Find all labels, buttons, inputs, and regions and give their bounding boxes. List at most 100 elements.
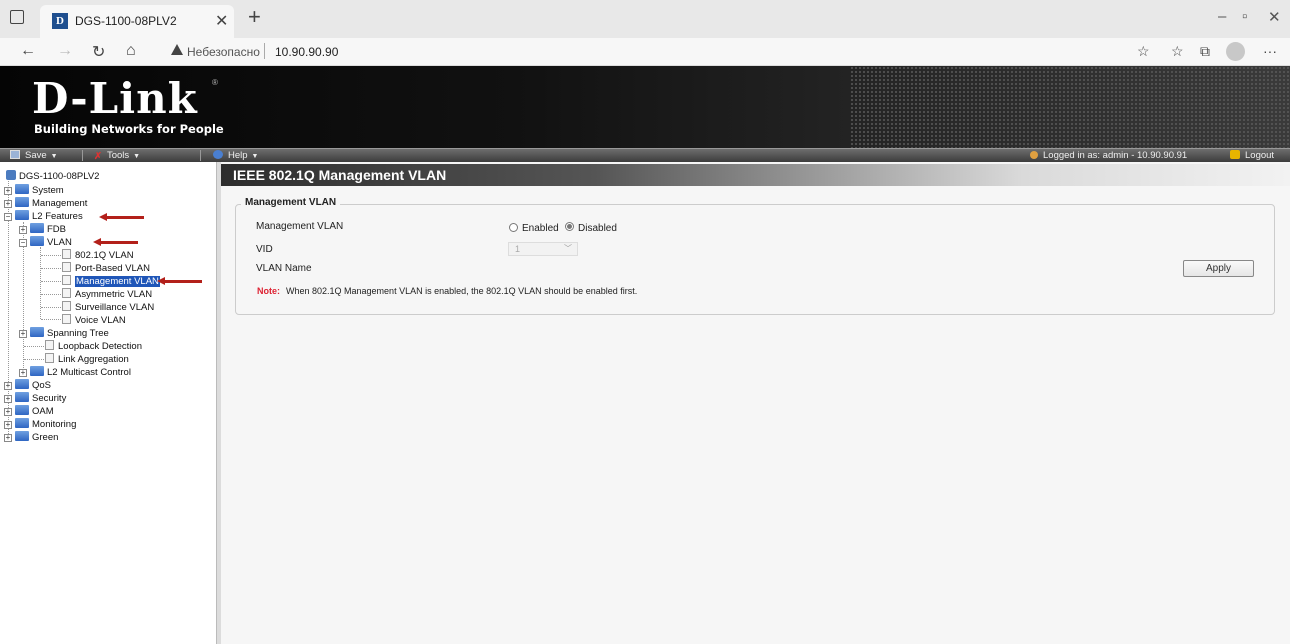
collections-icon[interactable]: ⧉ xyxy=(1200,43,1210,60)
page-icon xyxy=(45,340,54,350)
vid-label: VID xyxy=(256,244,273,255)
tree-item-label: L2 Multicast Control xyxy=(47,367,131,378)
tree-item-monitoring[interactable]: Monitoring xyxy=(15,418,76,430)
tree-item-spanning-tree[interactable]: Spanning Tree xyxy=(30,327,109,339)
tree-item-label: FDB xyxy=(47,224,66,235)
profile-avatar[interactable] xyxy=(1226,42,1245,61)
apply-button[interactable]: Apply xyxy=(1183,260,1254,277)
tree-item-label: 802.1Q VLAN xyxy=(75,250,134,261)
chevron-down-icon: ▼ xyxy=(133,153,141,160)
security-warning[interactable]: Небезопасно xyxy=(187,45,260,59)
warning-icon xyxy=(171,44,183,55)
address-bar: ← → ↻ ⌂ Небезопасно 10.90.90.90 ☆ ☆ ⧉ ··… xyxy=(0,38,1290,66)
tree-item-management-vlan[interactable]: Management VLAN xyxy=(62,275,160,287)
note-label: Note: xyxy=(257,286,280,296)
tree-item-system[interactable]: System xyxy=(15,184,64,196)
browser-tab-bar: D DGS-1100-08PLV2 ✕ + – ▫ ✕ xyxy=(0,0,1290,38)
tree-item-fdb[interactable]: FDB xyxy=(30,223,66,235)
expand-icon[interactable]: + xyxy=(4,434,12,442)
home-icon[interactable]: ⌂ xyxy=(126,42,136,60)
tree-connector xyxy=(41,307,61,308)
open-folder-icon xyxy=(15,210,29,220)
registered-mark: ® xyxy=(212,78,218,87)
tree-root[interactable]: DGS-1100-08PLV2 xyxy=(6,170,99,182)
tree-item-label: Loopback Detection xyxy=(58,341,142,352)
refresh-icon[interactable]: ↻ xyxy=(92,42,105,62)
expand-icon[interactable]: + xyxy=(4,382,12,390)
restore-icon[interactable]: ▫ xyxy=(1242,8,1247,25)
dlink-favicon-icon: D xyxy=(52,13,68,29)
main-content: IEEE 802.1Q Management VLAN Management V… xyxy=(221,162,1290,644)
tree-item-green[interactable]: Green xyxy=(15,431,58,443)
tab-actions-icon[interactable] xyxy=(10,10,24,24)
help-menu[interactable]: Help ▼ xyxy=(213,150,258,161)
minimize-icon[interactable]: – xyxy=(1218,8,1226,25)
expand-icon[interactable]: + xyxy=(19,369,27,377)
folder-icon xyxy=(15,379,29,389)
expand-icon[interactable]: + xyxy=(19,226,27,234)
tools-icon: ✗ xyxy=(94,151,102,162)
tree-item-security[interactable]: Security xyxy=(15,392,66,404)
tree-item-voice-vlan[interactable]: Voice VLAN xyxy=(62,314,126,326)
logged-in-status: Logged in as: admin - 10.90.90.91 xyxy=(1030,150,1187,161)
folder-icon xyxy=(30,223,44,233)
tree-connector xyxy=(41,255,61,256)
tree-item-label: Management VLAN xyxy=(75,276,160,287)
help-icon xyxy=(213,150,223,159)
more-menu-icon[interactable]: ··· xyxy=(1263,43,1277,59)
enabled-radio[interactable] xyxy=(509,223,518,232)
tree-item-label: QoS xyxy=(32,380,52,391)
tree-item-label: Security xyxy=(32,393,67,404)
tree-item-802-1q-vlan[interactable]: 802.1Q VLAN xyxy=(62,249,134,261)
main-toolbar: Save ▼ ✗ Tools ▼ Help ▼ Logged in as: admin … xyxy=(0,148,1290,162)
fieldset-legend: Management VLAN xyxy=(241,197,341,208)
forward-icon[interactable]: → xyxy=(57,42,73,60)
expand-icon[interactable]: + xyxy=(4,408,12,416)
disabled-radio[interactable] xyxy=(565,222,574,231)
expand-icon[interactable]: + xyxy=(4,421,12,429)
expand-icon[interactable]: + xyxy=(4,395,12,403)
help-label: Help xyxy=(228,150,248,161)
save-menu[interactable]: Save ▼ xyxy=(10,150,58,161)
tree-item-port-based-vlan[interactable]: Port-Based VLAN xyxy=(62,262,150,274)
enabled-radio-label[interactable]: Enabled xyxy=(522,223,559,234)
url-field[interactable]: 10.90.90.90 xyxy=(275,45,338,59)
logout-button[interactable]: Logout xyxy=(1230,150,1274,161)
new-tab-icon[interactable]: + xyxy=(248,6,261,28)
expand-icon[interactable]: + xyxy=(4,187,12,195)
tree-item-label: OAM xyxy=(32,406,54,417)
page-icon xyxy=(62,275,71,285)
tree-item-asymmetric-vlan[interactable]: Asymmetric VLAN xyxy=(62,288,152,300)
annotation-arrow xyxy=(93,238,138,246)
favorites-icon[interactable]: ☆ xyxy=(1171,43,1184,60)
chevron-down-icon: ﹀ xyxy=(564,244,572,253)
save-icon xyxy=(10,150,20,159)
tools-menu[interactable]: ✗ Tools ▼ xyxy=(94,150,141,162)
window-close-icon[interactable]: ✕ xyxy=(1268,8,1281,26)
page-icon xyxy=(62,301,71,311)
expand-icon[interactable]: + xyxy=(19,330,27,338)
vid-select[interactable]: 1 ﹀ xyxy=(508,242,578,256)
page-icon xyxy=(62,288,71,298)
tree-item-qos[interactable]: QoS xyxy=(15,379,51,391)
back-icon[interactable]: ← xyxy=(20,42,36,60)
tree-item-oam[interactable]: OAM xyxy=(15,405,54,417)
tree-item-management[interactable]: Management xyxy=(15,197,87,209)
browser-tab[interactable]: D DGS-1100-08PLV2 ✕ xyxy=(40,5,234,38)
tree-item-loopback-detection[interactable]: Loopback Detection xyxy=(45,340,142,352)
tree-connector xyxy=(40,247,41,319)
tree-item-l2-multicast-control[interactable]: L2 Multicast Control xyxy=(30,366,131,378)
tree-connector xyxy=(41,294,61,295)
read-aloud-icon[interactable]: ☆ xyxy=(1137,43,1150,60)
tree-item-l2-features[interactable]: L2 Features xyxy=(15,210,83,222)
tree-item-link-aggregation[interactable]: Link Aggregation xyxy=(45,353,129,365)
collapse-icon[interactable]: − xyxy=(19,239,27,247)
tree-connector xyxy=(41,281,61,282)
expand-icon[interactable]: + xyxy=(4,200,12,208)
disabled-radio-label[interactable]: Disabled xyxy=(578,223,617,234)
tab-close-icon[interactable]: ✕ xyxy=(215,11,228,31)
collapse-icon[interactable]: − xyxy=(4,213,12,221)
tree-item-label: VLAN xyxy=(47,237,72,248)
tree-item-surveillance-vlan[interactable]: Surveillance VLAN xyxy=(62,301,154,313)
tree-item-vlan[interactable]: VLAN xyxy=(30,236,72,248)
